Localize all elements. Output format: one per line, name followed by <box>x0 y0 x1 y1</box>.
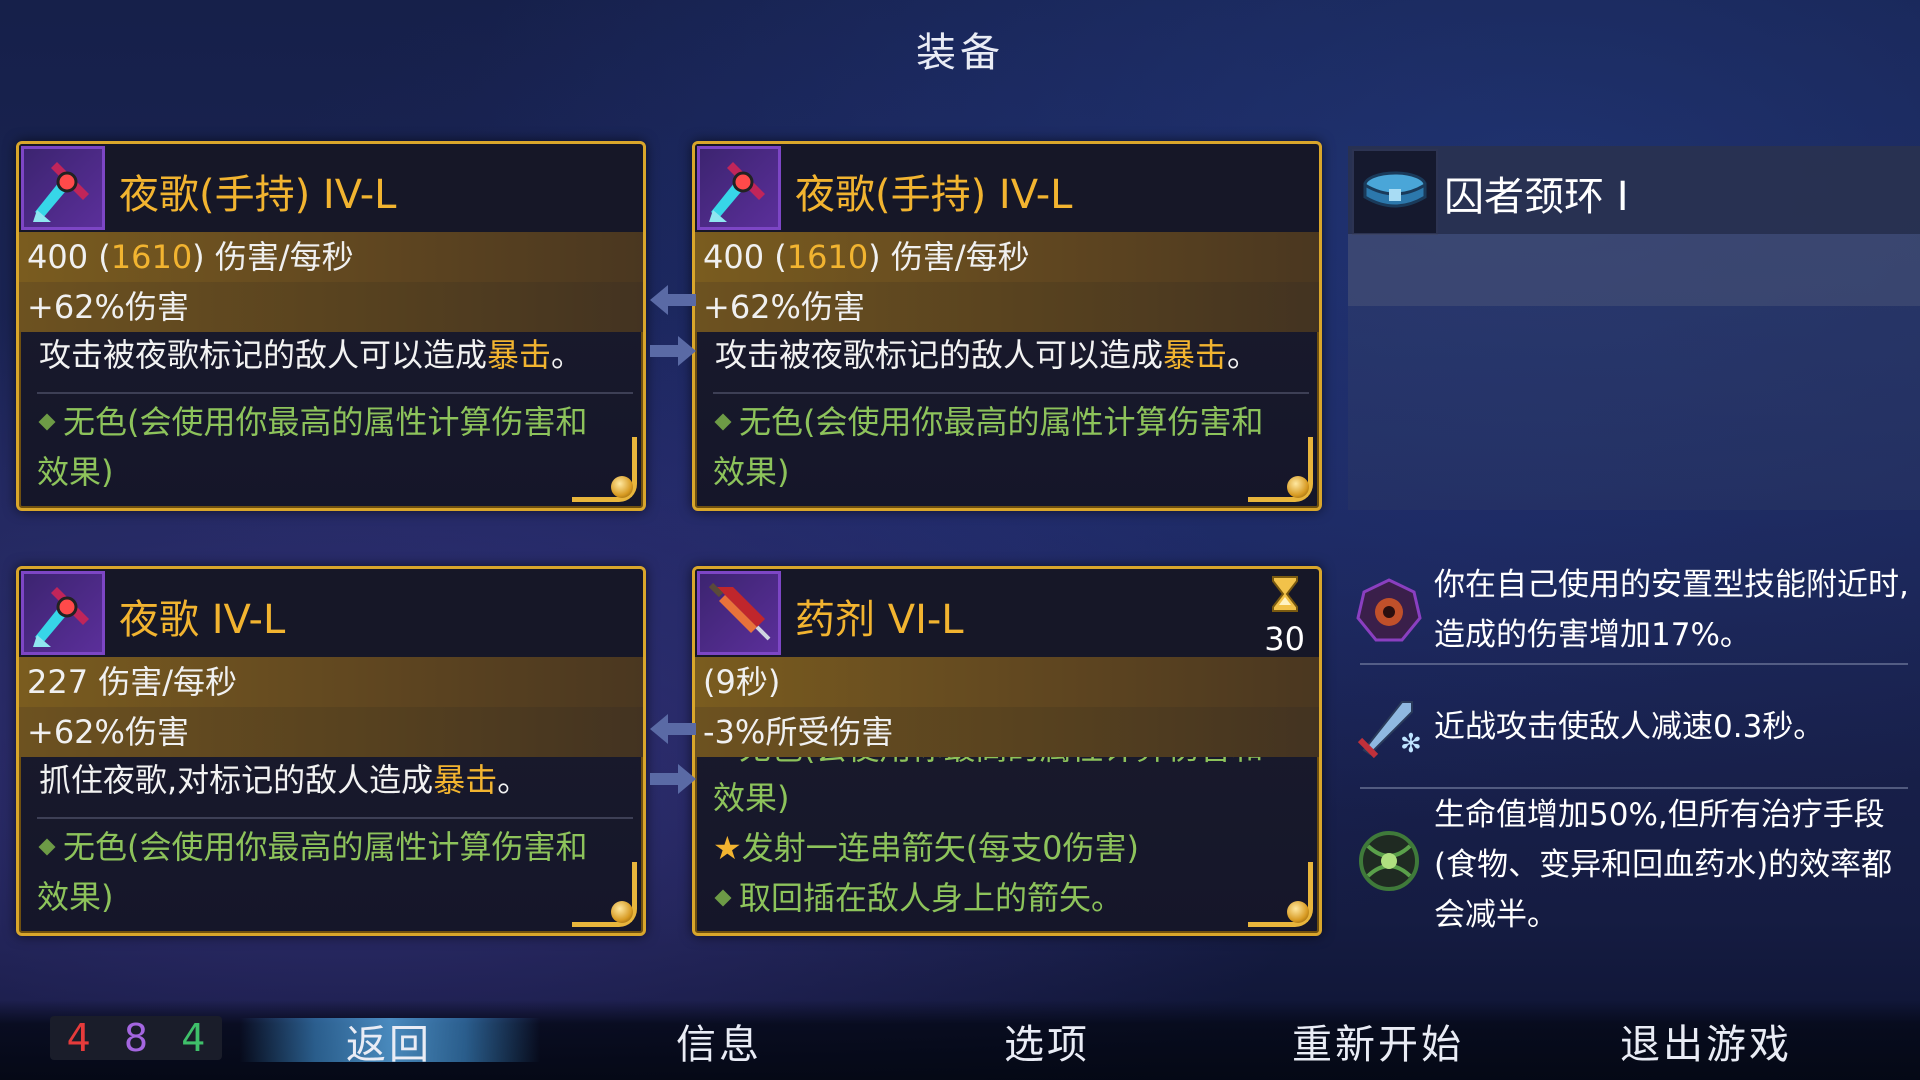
quit-button[interactable]: 退出游戏 <box>1620 1012 1792 1070</box>
card-header <box>695 569 1319 657</box>
gem-icon <box>611 901 633 923</box>
bonus-row: -3%所受伤害 <box>695 707 1319 757</box>
amulet-name: 囚者颈环 I <box>1444 174 1629 220</box>
weapon-name: 夜歌 IV-L <box>119 597 286 643</box>
page-title: 装备 <box>916 30 1004 76</box>
mutation-2[interactable]: ✻ 近战攻击使敌人减速0.3秒。 <box>1354 680 1914 780</box>
cooldown-value: 30 <box>1264 620 1305 658</box>
amulet-panel[interactable]: 囚者颈环 I <box>1348 146 1920 510</box>
dps-row: 400 (1610) 伤害/每秒 <box>19 232 643 282</box>
dps-row: 400 (1610) 伤害/每秒 <box>695 232 1319 282</box>
hourglass-icon <box>1271 576 1298 612</box>
survival-stat: 4 <box>181 1016 206 1060</box>
swap-left-arrow-icon[interactable] <box>650 712 696 746</box>
diamond-bullet-icon <box>714 413 732 431</box>
back-button[interactable]: 返回 <box>346 1012 432 1070</box>
weapon-card-primary[interactable]: 夜歌(手持) IV-L 400 (1610) 伤害/每秒 +62%伤害 攻击被夜… <box>16 141 646 511</box>
diamond-bullet-icon <box>38 413 56 431</box>
frost-blade-icon: ✻ <box>1354 690 1424 760</box>
cooldown-timer: 30 <box>1264 575 1305 657</box>
bonus-row: +62%伤害 <box>19 282 643 332</box>
gem-icon <box>1287 901 1309 923</box>
weapon-name: 夜歌(手持) IV-L <box>119 172 397 218</box>
crossbow-gem-icon <box>21 146 105 230</box>
skill-name: 药剂 VI-L <box>795 597 964 643</box>
options-button[interactable]: 选项 <box>1004 1012 1090 1070</box>
bonus-row: +62%伤害 <box>19 707 643 757</box>
duration-row: (9秒) <box>695 657 1319 707</box>
brutality-stat: 4 <box>66 1016 91 1060</box>
tactics-stat: 8 <box>123 1016 149 1060</box>
vine-skull-icon <box>1354 826 1424 896</box>
mutation-text: 近战攻击使敌人减速0.3秒。 <box>1434 709 1825 745</box>
scrolling-traits[interactable]: 无色(会使用你最高的属性计算伤害和效果) ★发射一连串箭矢(每支0伤害) 取回插… <box>713 757 1309 927</box>
gem-icon <box>611 476 633 498</box>
weapon-name: 夜歌(手持) IV-L <box>795 172 1073 218</box>
tactician-eye-icon <box>1354 576 1424 646</box>
amulet-band <box>1348 234 1920 306</box>
mutation-text: 生命值增加50%,但所有治疗手段(食物、变异和回血药水)的效率都会减半。 <box>1434 797 1893 933</box>
diamond-bullet-icon <box>38 838 56 856</box>
restart-button[interactable]: 重新开始 <box>1292 1012 1464 1070</box>
gem-icon <box>1287 476 1309 498</box>
colorless-trait: 无色(会使用你最高的属性计算伤害和 效果) <box>37 403 588 491</box>
mutation-divider <box>1360 787 1908 789</box>
mutation-divider <box>1360 663 1908 665</box>
mutation-3[interactable]: 生命值增加50%,但所有治疗手段(食物、变异和回血药水)的效率都会减半。 <box>1354 790 1914 940</box>
star-bullet-icon: ★ <box>713 829 742 867</box>
colorless-trait: 无色(会使用你最高的属性计算伤害和 效果) <box>37 828 588 916</box>
colorless-trait: 无色(会使用你最高的属性计算伤害和 效果) <box>713 403 1264 491</box>
weapon-card-secondary[interactable]: 夜歌(手持) IV-L 400 (1610) 伤害/每秒 +62%伤害 攻击被夜… <box>692 141 1322 511</box>
potion-syringe-icon <box>697 571 781 655</box>
crossbow-gem-icon <box>21 571 105 655</box>
swap-right-arrow-icon[interactable] <box>650 762 696 796</box>
dps-row: 227 伤害/每秒 <box>19 657 643 707</box>
skill-card-left[interactable]: 夜歌 IV-L 227 伤害/每秒 +62%伤害 抓住夜歌,对标记的敌人造成暴击… <box>16 566 646 936</box>
info-button[interactable]: 信息 <box>676 1012 762 1070</box>
weapon-description: 抓住夜歌,对标记的敌人造成暴击。 <box>37 757 633 819</box>
weapon-description: 攻击被夜歌标记的敌人可以造成暴击。 <box>713 332 1309 394</box>
mutation-1[interactable]: 你在自己使用的安置型技能附近时,造成的伤害增加17%。 <box>1354 560 1914 660</box>
swap-left-arrow-icon[interactable] <box>650 283 696 317</box>
bonus-row: +62%伤害 <box>695 282 1319 332</box>
swap-right-arrow-icon[interactable] <box>650 334 696 368</box>
weapon-description: 攻击被夜歌标记的敌人可以造成暴击。 <box>37 332 633 394</box>
card-header <box>19 569 643 657</box>
diamond-bullet-icon <box>714 889 732 907</box>
mutation-text: 你在自己使用的安置型技能附近时,造成的伤害增加17%。 <box>1434 567 1909 653</box>
crossbow-gem-icon <box>697 146 781 230</box>
skill-card-right[interactable]: 药剂 VI-L 30 (9秒) -3%所受伤害 无色(会使用你最高的属性计算伤害… <box>692 566 1322 936</box>
svg-text:✻: ✻ <box>1400 729 1422 759</box>
scroll-stats: 4 8 4 <box>50 1016 222 1060</box>
amulet-icon <box>1352 149 1438 235</box>
